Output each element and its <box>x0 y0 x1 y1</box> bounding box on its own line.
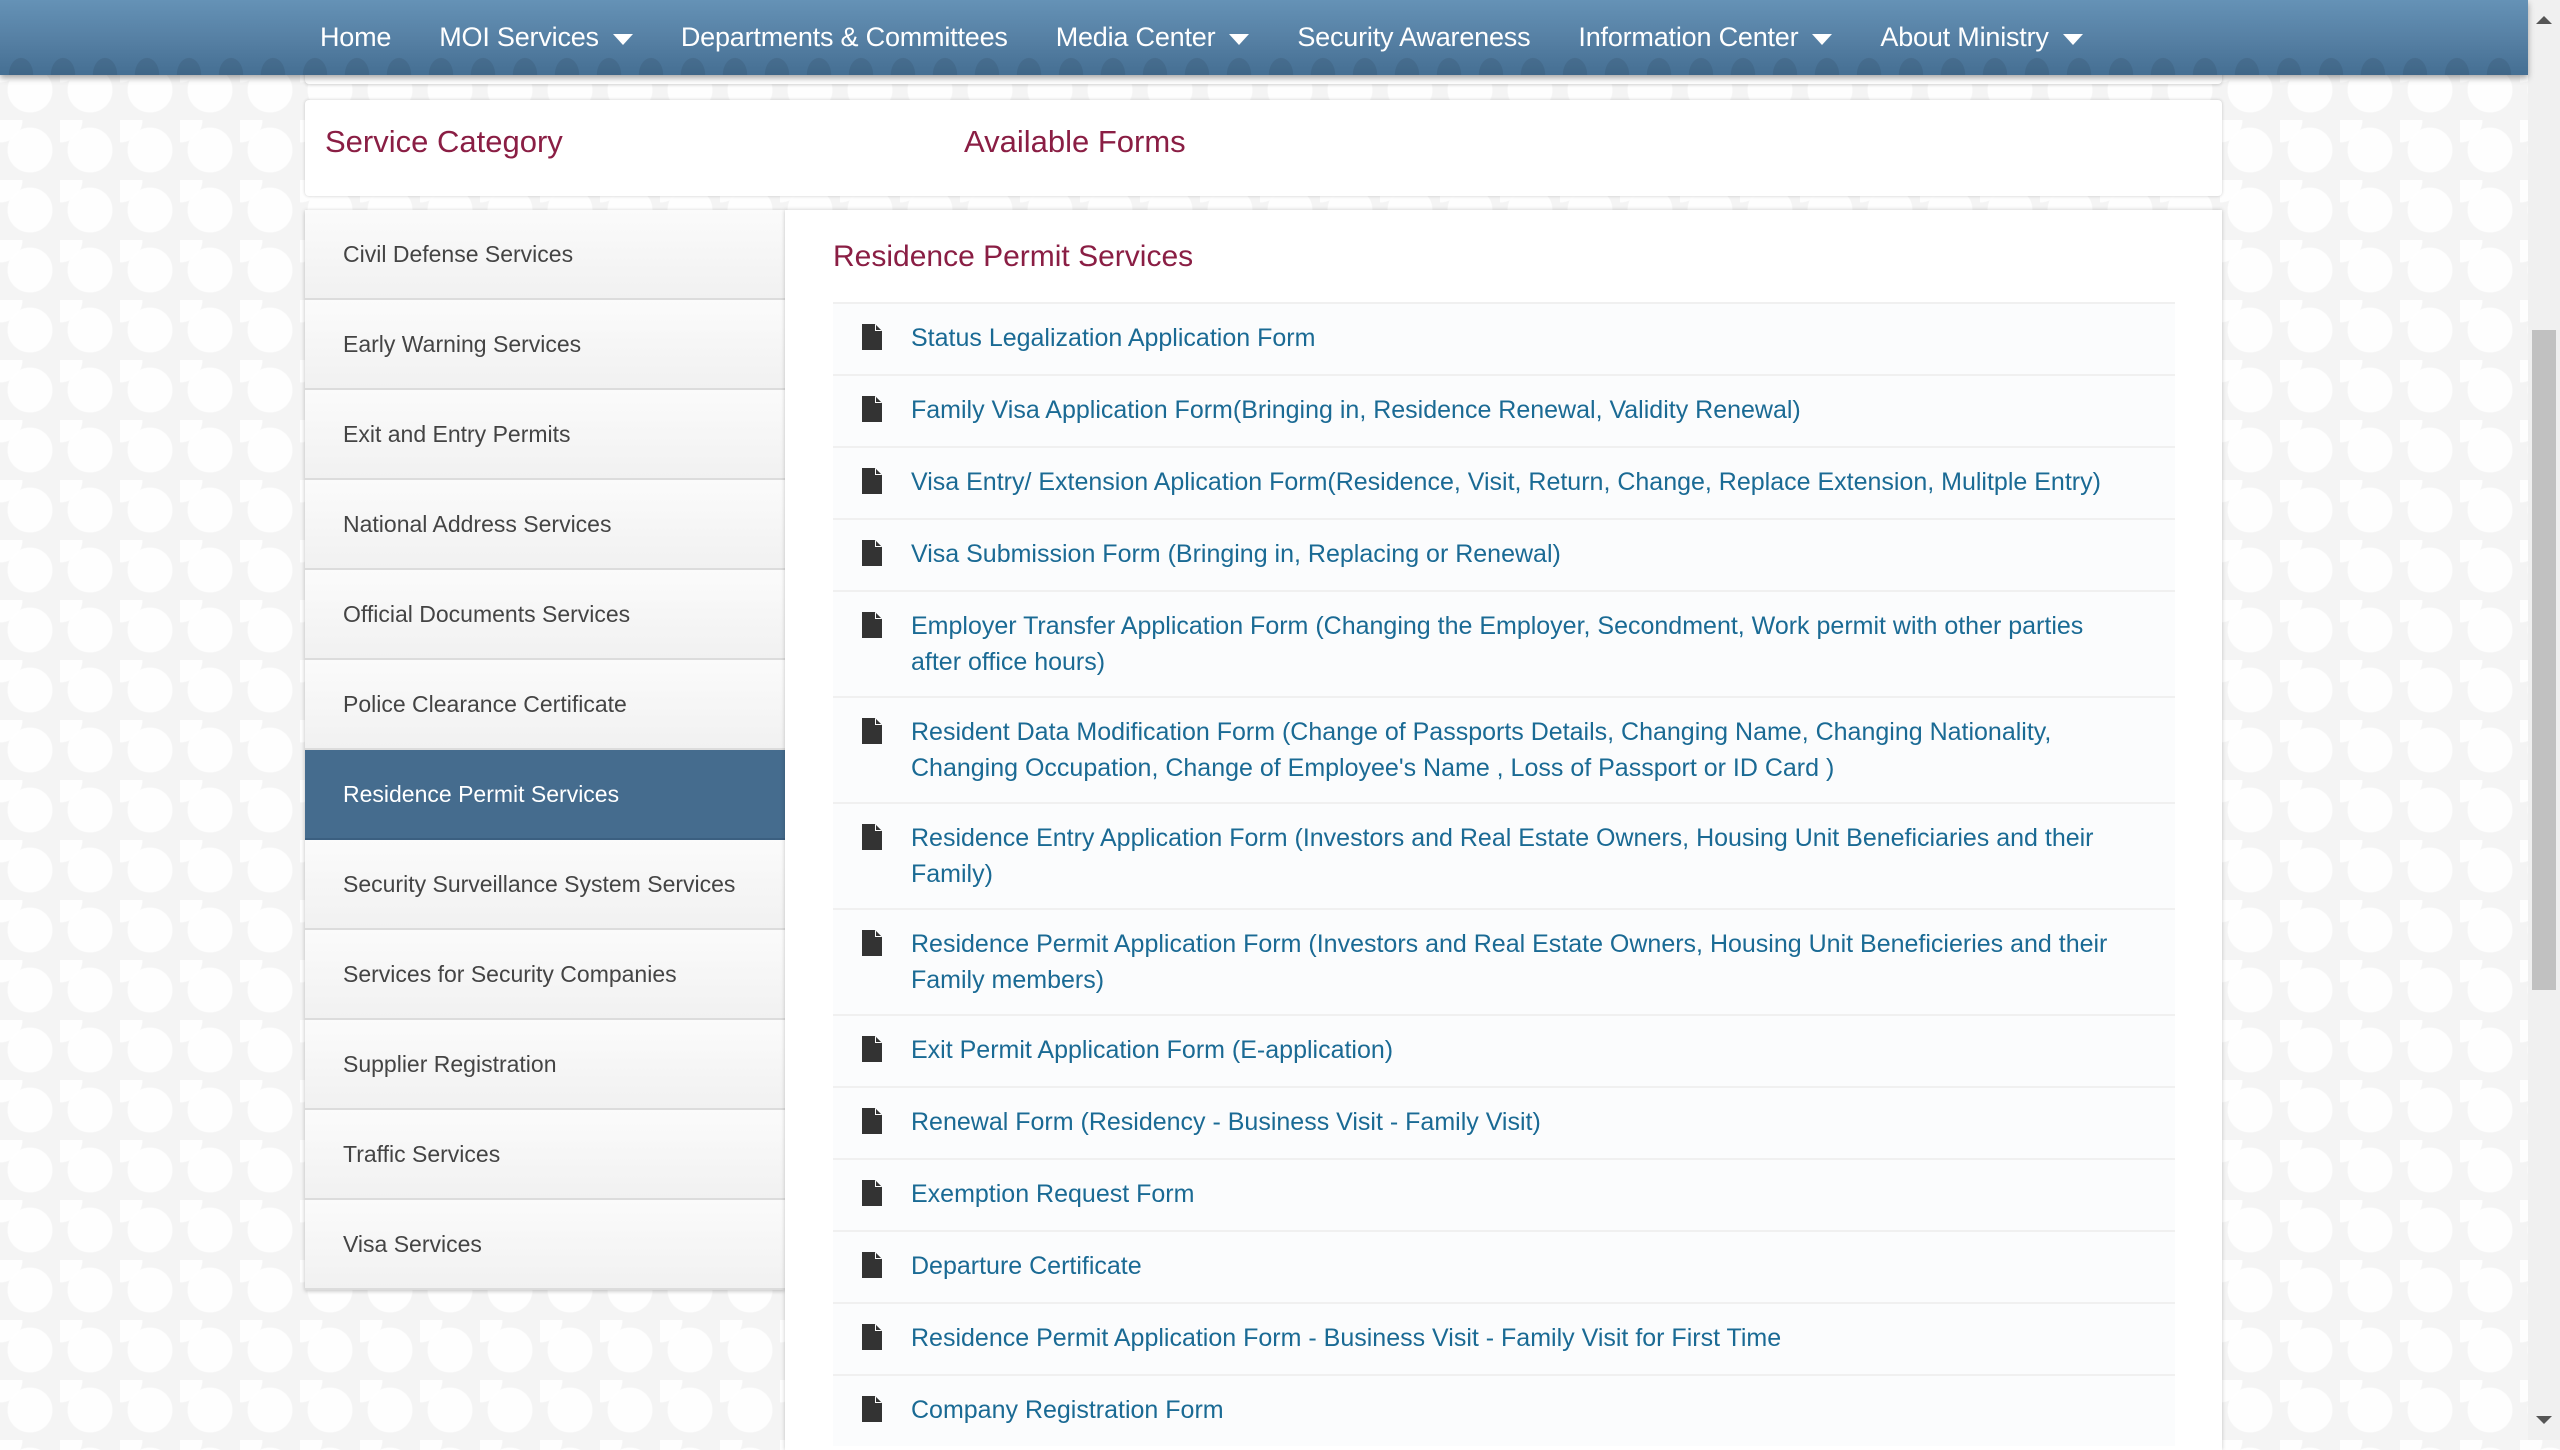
form-list-item: Family Visa Application Form(Bringing in… <box>833 374 2175 446</box>
sidebar-item-supplier-registration[interactable]: Supplier Registration <box>305 1020 785 1110</box>
form-list-item: Departure Certificate <box>833 1230 2175 1302</box>
file-icon <box>833 1248 911 1278</box>
main-navbar: Home MOI Services Departments & Committees… <box>0 0 2528 75</box>
sidebar-item-national-address-services[interactable]: National Address Services <box>305 480 785 570</box>
file-icon <box>833 820 911 850</box>
scroll-down-arrow-icon[interactable] <box>2536 1416 2552 1424</box>
form-list-item: Exit Permit Application Form (E-applicat… <box>833 1014 2175 1086</box>
form-list-item: Resident Data Modification Form (Change … <box>833 696 2175 802</box>
nav-item-moi-services[interactable]: MOI Services <box>415 0 657 75</box>
nav-item-label: Home <box>320 22 392 52</box>
file-icon <box>833 1392 911 1422</box>
form-link[interactable]: Exemption Request Form <box>911 1176 1234 1212</box>
caret-down-icon <box>2062 34 2083 45</box>
nav-item-label: Media Center <box>1055 22 1216 52</box>
sidebar-item-label: Residence Permit Services <box>343 780 620 807</box>
file-icon <box>833 464 911 494</box>
page-scrollbar[interactable] <box>2528 0 2560 1440</box>
nav-item-media-center[interactable]: Media Center <box>1032 0 1274 75</box>
file-icon <box>833 392 911 422</box>
sidebar-item-official-documents-services[interactable]: Official Documents Services <box>305 570 785 660</box>
sidebar-item-traffic-services[interactable]: Traffic Services <box>305 1110 785 1200</box>
nav-item-home[interactable]: Home <box>296 0 415 75</box>
scroll-up-arrow-icon[interactable] <box>2536 16 2552 24</box>
nav-item-departments-committees[interactable]: Departments & Committees <box>657 0 1032 75</box>
nav-item-information-center[interactable]: Information Center <box>1554 0 1856 75</box>
nav-item-security-awareness[interactable]: Security Awareness <box>1273 0 1554 75</box>
file-icon <box>833 608 911 638</box>
sidebar-item-visa-services[interactable]: Visa Services <box>305 1200 785 1290</box>
sidebar-item-label: Visa Services <box>343 1230 482 1257</box>
sidebar-item-label: Security Surveillance System Services <box>343 870 736 897</box>
nav-item-label: Security Awareness <box>1297 22 1531 52</box>
file-icon <box>833 1176 911 1206</box>
caret-down-icon <box>612 34 633 45</box>
sidebar-item-police-clearance-certificate[interactable]: Police Clearance Certificate <box>305 660 785 750</box>
form-list-item: Residence Permit Application Form - Busi… <box>833 1302 2175 1374</box>
form-link[interactable]: Company Registration Form <box>911 1392 1264 1428</box>
sidebar-item-label: Police Clearance Certificate <box>343 690 627 717</box>
caret-down-icon <box>1229 34 1250 45</box>
form-list-item: Status Legalization Application Form <box>833 302 2175 374</box>
sidebar-item-label: Official Documents Services <box>343 600 631 627</box>
file-icon <box>833 926 911 956</box>
sidebar-item-label: Civil Defense Services <box>343 240 574 267</box>
form-list-item: Renewal Form (Residency - Business Visit… <box>833 1086 2175 1158</box>
forms-list: Status Legalization Application Form Fami… <box>833 302 2175 1446</box>
caret-down-icon <box>1812 34 1833 45</box>
sidebar-item-security-surveillance-system-services[interactable]: Security Surveillance System Services <box>305 840 785 930</box>
sidebar-item-residence-permit-services[interactable]: Residence Permit Services <box>305 750 785 840</box>
sidebar-item-label: Early Warning Services <box>343 330 582 357</box>
sidebar-item-label: Supplier Registration <box>343 1050 557 1077</box>
sidebar-item-services-for-security-companies[interactable]: Services for Security Companies <box>305 930 785 1020</box>
form-link[interactable]: Residence Permit Application Form - Busi… <box>911 1320 1821 1356</box>
nav-item-about-ministry[interactable]: About Ministry <box>1856 0 2106 75</box>
form-link[interactable]: Employer Transfer Application Form (Chan… <box>911 608 2175 680</box>
form-list-item: Residence Permit Application Form (Inves… <box>833 908 2175 1014</box>
form-list-item: Visa Entry/ Extension Aplication Form(Re… <box>833 446 2175 518</box>
sidebar-item-label: Traffic Services <box>343 1140 501 1167</box>
form-list-item: Visa Submission Form (Bringing in, Repla… <box>833 518 2175 590</box>
panel-title: Residence Permit Services <box>833 240 1194 273</box>
file-icon <box>833 1032 911 1062</box>
form-link[interactable]: Status Legalization Application Form <box>911 320 1355 356</box>
sidebar-item-label: National Address Services <box>343 510 612 537</box>
form-link[interactable]: Visa Submission Form (Bringing in, Repla… <box>911 536 1601 572</box>
file-icon <box>833 320 911 350</box>
sidebar-item-label: Exit and Entry Permits <box>343 420 571 447</box>
sidebar-item-exit-and-entry-permits[interactable]: Exit and Entry Permits <box>305 390 785 480</box>
form-list-item: Employer Transfer Application Form (Chan… <box>833 590 2175 696</box>
form-link[interactable]: Family Visa Application Form(Bringing in… <box>911 392 1841 428</box>
header-card: Service Category Available Forms <box>305 100 2222 196</box>
service-category-heading: Service Category <box>325 124 563 159</box>
form-list-item: Residence Entry Application Form (Invest… <box>833 802 2175 908</box>
file-icon <box>833 536 911 566</box>
form-link[interactable]: Residence Entry Application Form (Invest… <box>911 820 2175 892</box>
file-icon <box>833 714 911 744</box>
scroll-thumb[interactable] <box>2532 330 2556 990</box>
file-icon <box>833 1320 911 1350</box>
sidebar-item-label: Services for Security Companies <box>343 960 677 987</box>
form-link[interactable]: Exit Permit Application Form (E-applicat… <box>911 1032 1433 1068</box>
form-link[interactable]: Renewal Form (Residency - Business Visit… <box>911 1104 1581 1140</box>
file-icon <box>833 1104 911 1134</box>
sidebar-item-civil-defense-services[interactable]: Civil Defense Services <box>305 210 785 300</box>
nav-item-label: MOI Services <box>439 22 599 52</box>
form-list-item: Company Registration Form <box>833 1374 2175 1446</box>
available-forms-heading: Available Forms <box>964 124 1186 159</box>
nav-item-label: About Ministry <box>1880 22 2049 52</box>
sidebar-item-early-warning-services[interactable]: Early Warning Services <box>305 300 785 390</box>
form-link[interactable]: Visa Entry/ Extension Aplication Form(Re… <box>911 464 2141 500</box>
form-link[interactable]: Residence Permit Application Form (Inves… <box>911 926 2175 998</box>
form-list-item: Exemption Request Form <box>833 1158 2175 1230</box>
service-category-list: Civil Defense Services Early Warning Serv… <box>305 210 785 1290</box>
nav-menu: Home MOI Services Departments & Committees… <box>296 0 2107 75</box>
form-link[interactable]: Departure Certificate <box>911 1248 1182 1284</box>
nav-item-label: Information Center <box>1578 22 1799 52</box>
form-link[interactable]: Resident Data Modification Form (Change … <box>911 714 2175 786</box>
nav-item-label: Departments & Committees <box>680 22 1008 52</box>
forms-panel: Residence Permit Services Status Legaliz… <box>785 210 2222 1450</box>
